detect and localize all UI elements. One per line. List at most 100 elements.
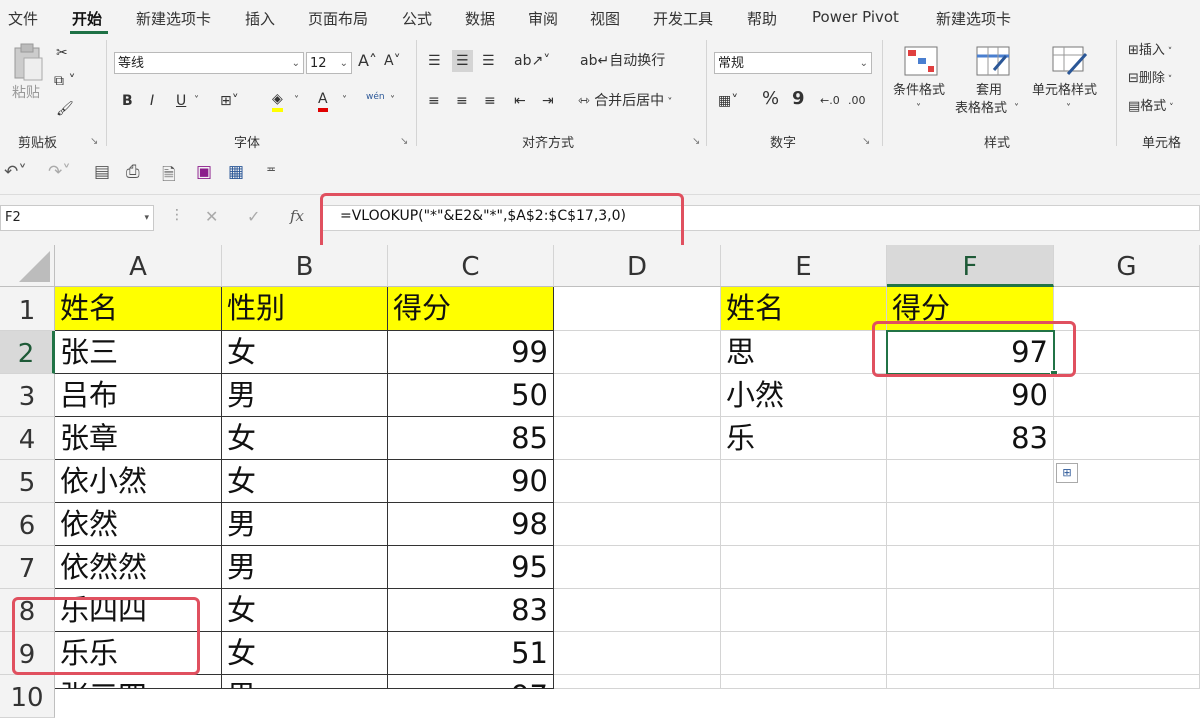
decrease-indent-icon[interactable]: ⇤ — [514, 92, 526, 110]
delete-cells-button[interactable]: ⊟删除 ˅ — [1128, 70, 1172, 89]
cell-c4[interactable]: 85 — [388, 417, 554, 460]
insert-cells-button[interactable]: ⊞插入 ˅ — [1128, 42, 1172, 61]
format-cells-button[interactable]: ▤格式 ˅ — [1128, 98, 1174, 117]
cell-f5[interactable] — [887, 460, 1054, 503]
cell-a3[interactable]: 吕布 — [55, 374, 222, 417]
tab-power-pivot[interactable]: Power Pivot — [812, 8, 899, 26]
cell-c2[interactable]: 99 — [388, 331, 554, 374]
spreadsheet-grid[interactable]: A B C D E F G 1 2 3 4 5 6 7 8 9 10 姓名 性别… — [0, 245, 1200, 718]
borders-icon[interactable]: ⊞˅ — [220, 92, 239, 110]
font-size-select[interactable]: 12 ⌄ — [306, 52, 352, 74]
cell-c3[interactable]: 50 — [388, 374, 554, 417]
percent-button[interactable]: % — [762, 90, 779, 108]
cell-f10[interactable] — [887, 675, 1054, 689]
cell-d5[interactable] — [554, 460, 721, 503]
cell-e7[interactable] — [721, 546, 887, 589]
undo-icon[interactable]: ↶˅ — [4, 162, 27, 182]
number-launcher-icon[interactable]: ↘ — [862, 136, 870, 147]
cell-b1[interactable]: 性别 — [222, 287, 388, 331]
tab-view[interactable]: 视图 — [590, 8, 620, 29]
row-header-3[interactable]: 3 — [0, 374, 55, 417]
italic-button[interactable]: I — [150, 92, 154, 110]
tab-new-2[interactable]: 新建选项卡 — [936, 8, 1011, 29]
print-icon[interactable]: 🗎 — [162, 162, 176, 191]
cell-f9[interactable] — [887, 632, 1054, 675]
cell-d7[interactable] — [554, 546, 721, 589]
fill-color-icon[interactable]: ◈ — [272, 90, 283, 112]
tab-file[interactable]: 文件 — [8, 8, 38, 29]
cell-e3[interactable]: 小然 — [721, 374, 887, 417]
number-format-select[interactable]: 常规 ⌄ — [714, 52, 872, 74]
format-as-table-dropdown-icon[interactable]: ˅ — [1014, 100, 1019, 118]
cell-b6[interactable]: 男 — [222, 503, 388, 546]
cell-g9[interactable] — [1054, 632, 1200, 675]
cell-b4[interactable]: 女 — [222, 417, 388, 460]
quick-analysis-icon[interactable]: ⊞ — [1056, 463, 1078, 483]
cell-b7[interactable]: 男 — [222, 546, 388, 589]
cell-g10[interactable] — [1054, 675, 1200, 689]
cell-b5[interactable]: 女 — [222, 460, 388, 503]
row-header-10[interactable]: 10 — [0, 675, 55, 718]
font-color-dropdown-icon[interactable]: ˅ — [342, 92, 347, 110]
cell-c8[interactable]: 83 — [388, 589, 554, 632]
form-icon[interactable]: ▤ — [94, 162, 110, 182]
cell-c5[interactable]: 90 — [388, 460, 554, 503]
cell-d10[interactable] — [554, 675, 721, 689]
cell-b10[interactable]: 男 — [222, 675, 388, 689]
cell-a6[interactable]: 依然 — [55, 503, 222, 546]
tab-developer[interactable]: 开发工具 — [653, 8, 713, 29]
conditional-dropdown-icon[interactable]: ˅ — [916, 100, 921, 118]
cell-e8[interactable] — [721, 589, 887, 632]
cell-c6[interactable]: 98 — [388, 503, 554, 546]
cell-styles-label[interactable]: 单元格样式 — [1032, 82, 1097, 100]
tab-help[interactable]: 帮助 — [747, 8, 777, 29]
cell-e5[interactable] — [721, 460, 887, 503]
cell-d1[interactable] — [554, 287, 721, 331]
cell-e2[interactable]: 思 — [721, 331, 887, 374]
cell-e9[interactable] — [721, 632, 887, 675]
cell-f6[interactable] — [887, 503, 1054, 546]
wrap-text-button[interactable]: ab↵自动换行 — [580, 52, 665, 70]
orientation-icon[interactable]: ab↗˅ — [514, 52, 550, 70]
align-top-icon[interactable]: ☰ — [428, 52, 441, 70]
conditional-formatting-label[interactable]: 条件格式 — [893, 82, 945, 100]
enter-icon[interactable]: ✓ — [247, 207, 260, 226]
grow-font-icon[interactable]: A˄ — [358, 52, 377, 70]
column-header-d[interactable]: D — [554, 245, 721, 287]
align-middle-icon[interactable]: ☰ — [452, 50, 473, 72]
tab-page-layout[interactable]: 页面布局 — [308, 8, 368, 29]
cell-b2[interactable]: 女 — [222, 331, 388, 374]
cell-f3[interactable]: 90 — [887, 374, 1054, 417]
layout-icon[interactable]: ▦ — [228, 162, 244, 182]
cell-a10[interactable]: 张三四 — [55, 675, 222, 689]
customize-qat-icon[interactable]: ≖ — [266, 162, 276, 176]
name-box[interactable]: F2 ▾ — [0, 205, 154, 231]
tab-home[interactable]: 开始 — [72, 8, 102, 29]
cell-e4[interactable]: 乐 — [721, 417, 887, 460]
cell-c1[interactable]: 得分 — [388, 287, 554, 331]
font-color-icon[interactable]: A — [318, 90, 328, 112]
cancel-icon[interactable]: ✕ — [205, 207, 218, 226]
cell-g6[interactable] — [1054, 503, 1200, 546]
underline-dropdown-icon[interactable]: ˅ — [194, 92, 199, 110]
cell-e10[interactable] — [721, 675, 887, 689]
print-preview-icon[interactable]: ⎙ — [126, 162, 140, 182]
row-header-5[interactable]: 5 — [0, 460, 55, 503]
column-header-g[interactable]: G — [1054, 245, 1200, 287]
cell-e1[interactable]: 姓名 — [721, 287, 887, 331]
cell-d4[interactable] — [554, 417, 721, 460]
cell-g1[interactable] — [1054, 287, 1200, 331]
cell-g3[interactable] — [1054, 374, 1200, 417]
comma-style-button[interactable]: 9 — [792, 90, 805, 108]
cell-g7[interactable] — [1054, 546, 1200, 589]
align-right-icon[interactable]: ≡ — [484, 92, 496, 110]
row-header-1[interactable]: 1 — [0, 287, 55, 331]
cell-c9[interactable]: 51 — [388, 632, 554, 675]
clipboard-launcher-icon[interactable]: ↘ — [90, 136, 98, 147]
cell-d6[interactable] — [554, 503, 721, 546]
cell-e6[interactable] — [721, 503, 887, 546]
cell-a4[interactable]: 张章 — [55, 417, 222, 460]
align-center-icon[interactable]: ≡ — [456, 92, 468, 110]
cell-d3[interactable] — [554, 374, 721, 417]
cell-f8[interactable] — [887, 589, 1054, 632]
